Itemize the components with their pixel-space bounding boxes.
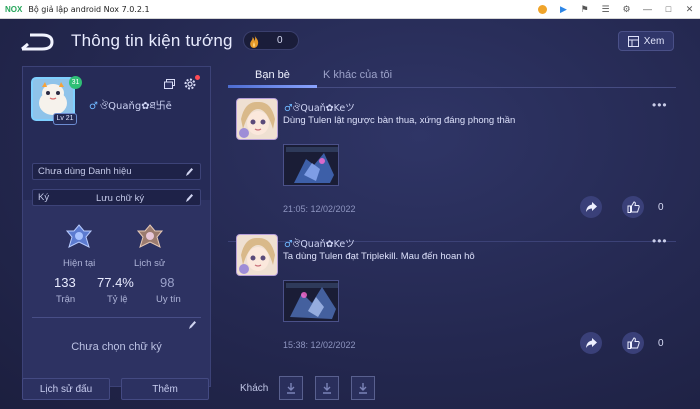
- download-icon: [287, 383, 295, 394]
- thumbs-up-icon: [627, 337, 640, 349]
- like-count: 0: [658, 202, 664, 213]
- player-name: ♂ ঔQuaňg✿ཐ卐ē: [89, 95, 172, 123]
- back-arrow-icon[interactable]: [20, 33, 56, 51]
- history-rank-icon[interactable]: [136, 223, 164, 251]
- post-author-name: ঔQuaň✿Keツ: [292, 103, 355, 114]
- share-button[interactable]: [580, 196, 602, 218]
- like-button[interactable]: [622, 332, 644, 354]
- avatar-image: [237, 99, 277, 139]
- edit-icon[interactable]: [185, 167, 194, 177]
- avatar-image: [237, 235, 277, 275]
- post-video-thumbnail[interactable]: [283, 144, 339, 186]
- flame-icon: [250, 33, 259, 48]
- signature-field-value: Lưu chữ ký: [96, 193, 145, 204]
- pin-icon[interactable]: ⚑: [580, 5, 589, 14]
- prestige-value: 98: [160, 275, 175, 290]
- points-pill: 0: [243, 31, 299, 50]
- view-button[interactable]: Xem: [618, 31, 674, 51]
- window-controls: ▶ ⚑ ☰ ⚙ — □ ✕: [538, 0, 694, 19]
- win-rate-value: 77.4%: [97, 275, 134, 290]
- match-history-button[interactable]: Lịch sử đấu: [22, 378, 110, 400]
- male-icon: ♂: [284, 103, 293, 114]
- guest-slot[interactable]: [351, 376, 375, 400]
- rank-badge: 31: [69, 76, 82, 89]
- share-button[interactable]: [580, 332, 602, 354]
- motto-text[interactable]: Chưa chọn chữ ký: [23, 341, 210, 353]
- feed-post: ♂ঔQuaň✿Keツ Ta dùng Tulen đạt Triplekill.…: [228, 234, 676, 362]
- divider: [32, 317, 201, 318]
- share-icon: [585, 338, 597, 348]
- like-button[interactable]: [622, 196, 644, 218]
- matches-value: 133: [54, 275, 76, 290]
- edit-icon[interactable]: [188, 320, 197, 330]
- win-rate-label: Tỷ lệ: [107, 294, 128, 305]
- male-icon: ♂: [284, 239, 293, 250]
- history-label: Lịch sử: [134, 258, 166, 269]
- emulator-title-bar: NOX Bộ giả lập android Nox 7.0.2.1 ▶ ⚑ ☰…: [0, 0, 700, 19]
- post-avatar[interactable]: [236, 234, 278, 276]
- maximize-icon[interactable]: □: [664, 5, 673, 14]
- share-icon: [585, 202, 597, 212]
- nox-logo: NOX: [5, 4, 23, 14]
- more-options-icon[interactable]: •••: [652, 98, 668, 112]
- matches-label: Trận: [56, 294, 76, 305]
- thumbnail-image: [284, 145, 338, 185]
- points-value: 0: [277, 35, 283, 46]
- game-screen: Thông tin kiện tướng 0 Xem 31 Lv 21 ♂ ঔQ…: [0, 19, 700, 409]
- post-text: Ta dùng Tulen đạt Triplekill. Mau đến ho…: [283, 251, 475, 262]
- more-button[interactable]: Thêm: [121, 378, 209, 400]
- level-badge: Lv 21: [53, 113, 77, 125]
- guests-label: Khách: [240, 383, 269, 394]
- active-tab-indicator: [228, 85, 317, 88]
- guest-slot[interactable]: [279, 376, 303, 400]
- close-icon[interactable]: ✕: [685, 5, 694, 14]
- male-icon: ♂: [89, 101, 98, 112]
- edit-icon[interactable]: [185, 193, 194, 203]
- post-time: 15:38: 12/02/2022: [283, 340, 356, 350]
- thumbs-up-icon: [627, 201, 640, 213]
- settings-icon[interactable]: ⚙: [622, 5, 631, 14]
- post-video-thumbnail[interactable]: [283, 280, 339, 322]
- play-icon[interactable]: ▶: [559, 5, 568, 14]
- minimize-icon[interactable]: —: [643, 5, 652, 14]
- grid-icon: [627, 35, 639, 47]
- more-options-icon[interactable]: •••: [652, 234, 668, 248]
- post-avatar[interactable]: [236, 98, 278, 140]
- menu-icon[interactable]: ☰: [601, 5, 610, 14]
- assistant-icon[interactable]: [538, 5, 547, 14]
- current-label: Hiện tại: [63, 258, 96, 269]
- player-name-text: ঔQuaňg✿ཐ卐ē: [99, 101, 172, 112]
- tab-friends[interactable]: Bạn bè: [255, 69, 290, 81]
- download-icon: [359, 383, 367, 394]
- post-text: Dùng Tulen lật ngược bàn thua, xứng đáng…: [283, 115, 516, 126]
- signature-field-label: Ký: [38, 192, 50, 203]
- post-author-name: ঔQuaň✿Keツ: [292, 239, 355, 250]
- prestige-label: Uy tín: [156, 294, 181, 305]
- title-field[interactable]: Chưa dùng Danh hiệu: [32, 163, 201, 180]
- like-count: 0: [658, 338, 664, 349]
- download-icon: [323, 383, 331, 394]
- guest-slot[interactable]: [315, 376, 339, 400]
- feed-post: ♂ঔQuaň✿Keツ Dùng Tulen lật ngược bàn thua…: [228, 98, 676, 242]
- notification-dot: [195, 75, 200, 80]
- post-time: 21:05: 12/02/2022: [283, 204, 356, 214]
- view-button-label: Xem: [643, 35, 665, 47]
- signature-field[interactable]: Ký Lưu chữ ký: [32, 189, 201, 206]
- profile-panel: 31 Lv 21 ♂ ঔQuaňg✿ཐ卐ē Chưa dùng Danh hiệu…: [22, 66, 211, 387]
- page-title: Thông tin kiện tướng: [71, 31, 233, 50]
- window-title: Bộ giả lập android Nox 7.0.2.1: [28, 4, 150, 14]
- title-field-text: Chưa dùng Danh hiệu: [38, 166, 132, 177]
- current-rank-icon[interactable]: [65, 223, 93, 251]
- thumbnail-image: [284, 281, 338, 321]
- tab-others[interactable]: K khác của tôi: [323, 69, 392, 81]
- copy-icon[interactable]: [164, 79, 175, 89]
